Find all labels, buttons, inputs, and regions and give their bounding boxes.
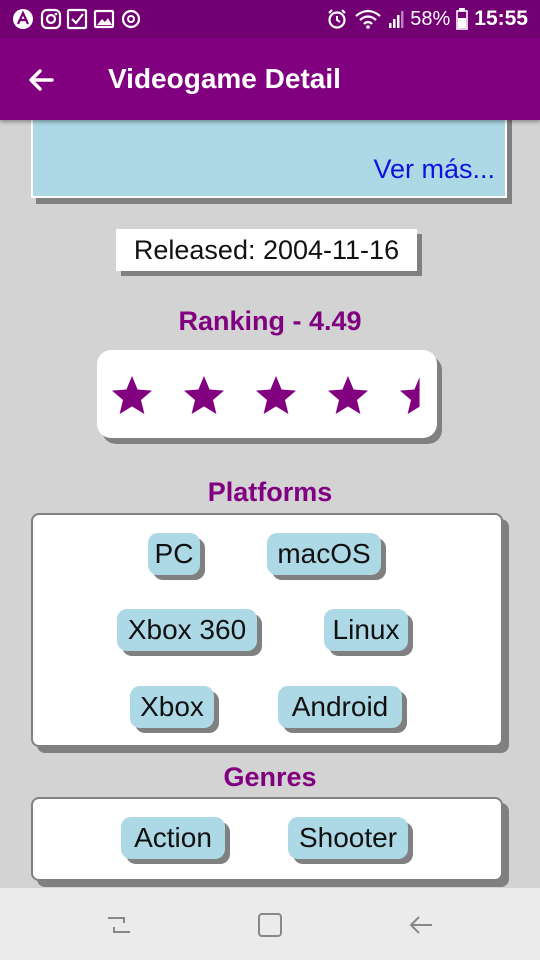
platform-chip[interactable]: Xbox	[130, 686, 214, 728]
star-icon	[112, 376, 152, 414]
star-rating	[97, 350, 437, 438]
battery-icon	[456, 8, 469, 30]
signal-icon	[389, 11, 404, 28]
platform-chip[interactable]: Xbox 360	[117, 609, 257, 651]
genres-title: Genres	[223, 762, 317, 792]
star-icon	[328, 376, 368, 414]
instagram-icon	[40, 8, 62, 30]
alarm-icon	[328, 9, 346, 29]
platform-chip[interactable]: PC	[148, 533, 200, 575]
status-bar: 58% 15:55	[0, 0, 540, 38]
app-a-icon	[13, 9, 33, 29]
system-nav-bar	[0, 888, 540, 960]
clock: 15:55	[474, 7, 528, 30]
arrow-back-icon[interactable]	[22, 60, 62, 100]
platform-chip[interactable]: Linux	[324, 609, 408, 651]
star-icon	[400, 377, 420, 414]
ranking-title: Ranking - 4.49	[178, 306, 362, 336]
platforms-title: Platforms	[207, 477, 333, 507]
gallery-icon	[93, 9, 115, 29]
platform-chip[interactable]: Android	[278, 686, 402, 728]
release-date-box: Released: 2004-11-16	[116, 229, 417, 271]
app-bar: Videogame Detail	[0, 38, 540, 120]
genre-chip[interactable]: Shooter	[288, 817, 408, 859]
checklist-icon	[66, 8, 88, 30]
platform-chip[interactable]: macOS	[267, 533, 381, 575]
genre-chip[interactable]: Action	[121, 817, 225, 859]
release-date: Released: 2004-11-16	[133, 234, 400, 265]
battery-percent: 58%	[410, 7, 451, 30]
sync-icon	[121, 9, 141, 29]
status-right: 58% 15:55	[326, 6, 528, 32]
page-title: Videogame Detail	[108, 63, 341, 94]
home-icon[interactable]	[255, 910, 285, 940]
back-icon[interactable]	[406, 910, 436, 940]
recent-apps-icon[interactable]	[104, 910, 134, 940]
wifi-icon	[355, 9, 381, 29]
platforms-card: PC macOS Xbox 360 Linux Xbox Android	[31, 513, 503, 747]
ver-mas-link[interactable]: Ver más...	[373, 154, 495, 185]
star-icon	[256, 376, 296, 414]
genres-card: Action Shooter	[31, 797, 503, 881]
star-icon	[184, 376, 224, 414]
